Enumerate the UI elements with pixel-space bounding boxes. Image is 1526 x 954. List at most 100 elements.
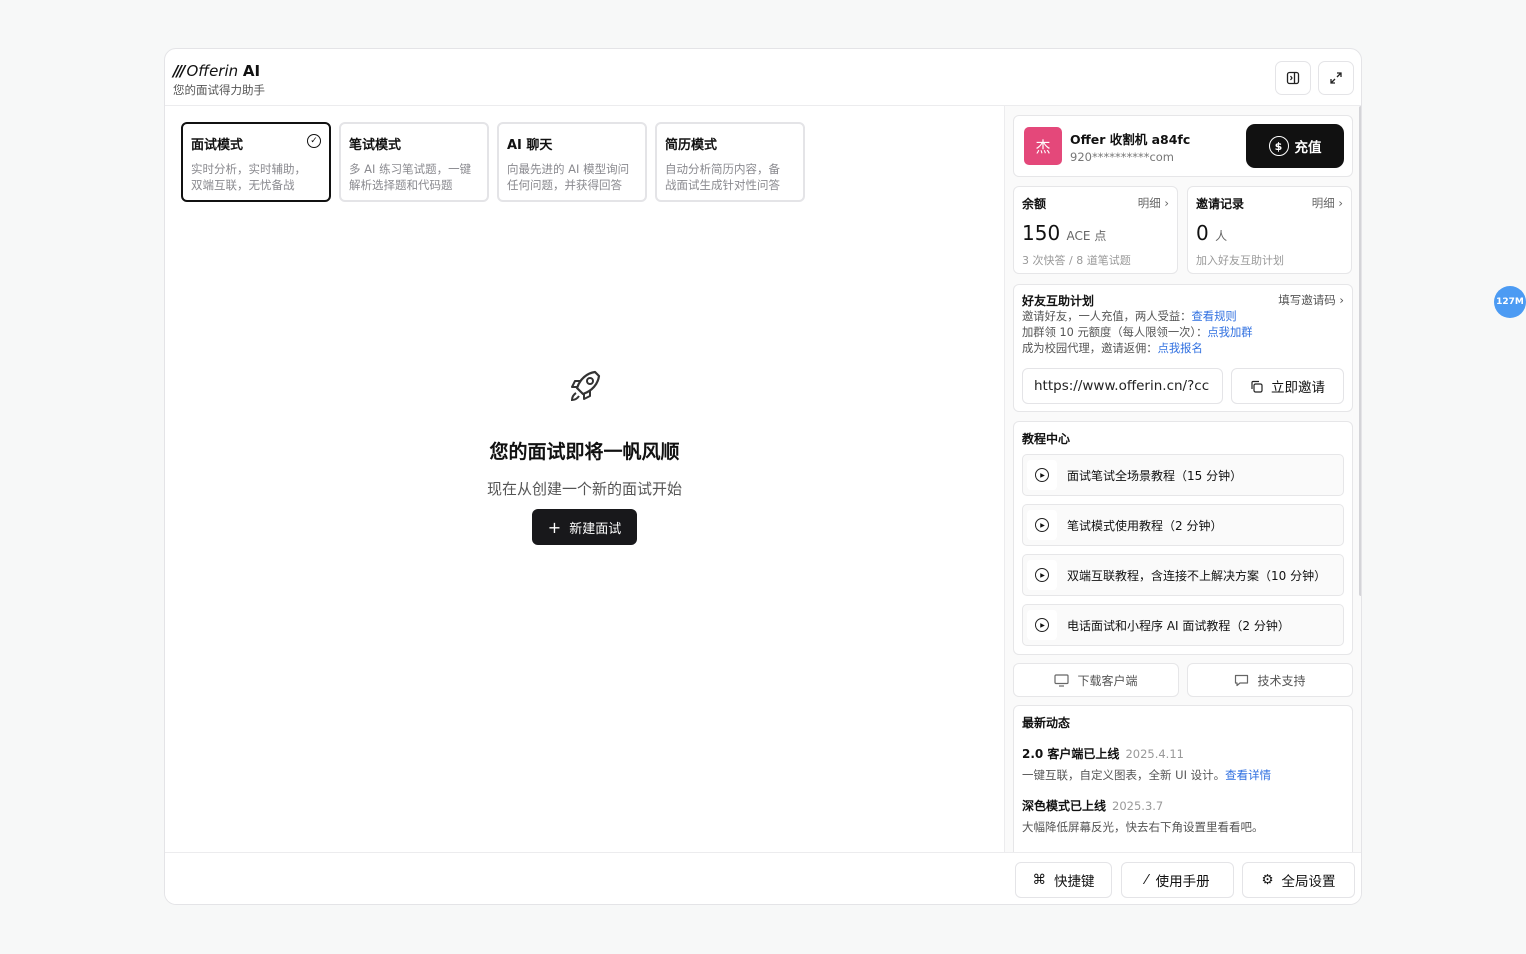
download-client-label: 下载客户端 — [1077, 673, 1138, 688]
tutorial-item[interactable]: ▶ 面试笔试全场景教程（15 分钟） — [1022, 454, 1344, 496]
dollar-coin-icon: $ — [1268, 136, 1289, 156]
mode-title: AI 聊天 — [507, 138, 553, 153]
balance-note: 3 次快答 / 8 道笔试题 — [1022, 254, 1131, 267]
new-interview-button[interactable]: + 新建面试 — [531, 509, 638, 545]
mode-title: 笔试模式 — [349, 138, 402, 153]
mode-card-interview[interactable]: 面试模式 ✓ 实时分析，实时辅助， 双端互联，无忧备战 — [181, 122, 331, 202]
mode-desc: 任何问题，并获得回答 — [507, 178, 622, 192]
global-settings-button[interactable]: ⚙ 全局设置 — [1242, 862, 1355, 898]
app-window: /// Offerin AI 您的面试得力助手 面试模式 ✓ 实时分析，实时辅助，… — [164, 48, 1362, 905]
command-icon: ⌘ — [1032, 872, 1047, 888]
invites-detail-label: 明细 — [1311, 196, 1335, 210]
tutorial-label: 电话面试和小程序 AI 面试教程（2 分钟） — [1067, 618, 1290, 633]
empty-state: 您的面试即将一帆风顺 现在从创建一个新的面试开始 + 新建面试 — [165, 366, 1004, 545]
tutorial-center-title: 教程中心 — [1022, 432, 1071, 446]
referral-line: 邀请好友，一人充值，两人受益： — [1022, 310, 1192, 323]
shortcuts-button[interactable]: ⌘ 快捷键 — [1015, 862, 1112, 898]
news-item: 深色模式已上线 2025.3.7 大幅降低屏幕反光，快去右下角设置里看看吧。 — [1022, 797, 1344, 835]
mode-desc: 双端互联，无忧备战 — [191, 178, 295, 192]
memory-badge[interactable]: 127M — [1494, 286, 1526, 318]
invite-now-button[interactable]: 立即邀请 — [1231, 368, 1344, 404]
sidebar-scrollbar[interactable] — [1359, 106, 1361, 596]
empty-state-subtitle: 现在从创建一个新的面试开始 — [486, 480, 682, 498]
app-name-suffix: AI — [242, 62, 261, 80]
chat-bubble-icon — [1235, 674, 1249, 686]
mode-card-resume[interactable]: 简历模式 自动分析简历内容，备 战面试生成针对性问答 — [655, 122, 805, 202]
expand-icon — [1330, 72, 1342, 84]
download-client-button[interactable]: 下载客户端 — [1013, 663, 1179, 697]
check-circle-icon: ✓ — [307, 134, 321, 148]
chevron-right-icon: › — [1164, 196, 1169, 210]
user-manual-label: 使用手册 — [1155, 874, 1210, 890]
referral-card: 好友互助计划 填写邀请码 › 邀请好友，一人充值，两人受益：查看规则 加群领 10… — [1013, 284, 1353, 412]
play-circle-icon: ▶ — [1035, 618, 1049, 632]
tutorial-label: 笔试模式使用教程（2 分钟） — [1067, 518, 1223, 533]
global-settings-label: 全局设置 — [1281, 874, 1336, 890]
news-item-date: 2025.3.7 — [1112, 799, 1164, 813]
news-item: 2.0 客户端已上线 2025.4.11 一键互联，自定义图表，全新 UI 设计。… — [1022, 745, 1344, 783]
sign-up-link[interactable]: 点我报名 — [1158, 342, 1203, 355]
tagline: 您的面试得力助手 — [173, 83, 265, 97]
join-group-link[interactable]: 点我加群 — [1207, 326, 1252, 339]
fill-invite-code-link[interactable]: 填写邀请码 › — [1278, 292, 1344, 309]
invite-now-label: 立即邀请 — [1271, 380, 1325, 396]
mode-desc: 战面试生成针对性问答 — [665, 178, 780, 192]
right-sidebar: 杰 Offer 收割机 a84fc 920**********com $ 充值 余… — [1004, 106, 1361, 852]
mode-desc: 多 AI 练习笔试题，一键 — [349, 162, 472, 176]
recharge-button[interactable]: $ 充值 — [1246, 124, 1344, 168]
play-circle-icon: ▶ — [1035, 568, 1049, 582]
invites-label: 邀请记录 — [1196, 197, 1245, 211]
mode-desc: 解析选择题和代码题 — [349, 178, 453, 192]
balance-unit: ACE 点 — [1066, 229, 1107, 243]
mode-desc: 实时分析，实时辅助， — [191, 162, 306, 176]
tutorial-label: 双端互联教程，含连接不上解决方案（10 分钟） — [1067, 568, 1327, 583]
footer-bar: ⌘ 快捷键 ⁄ 使用手册 ⚙ 全局设置 — [165, 852, 1361, 904]
news-item-body: 一键互联，自定义图表，全新 UI 设计。 — [1022, 768, 1226, 782]
tutorial-item[interactable]: ▶ 双端互联教程，含连接不上解决方案（10 分钟） — [1022, 554, 1344, 596]
toggle-sidebar-button[interactable] — [1275, 61, 1311, 95]
fullscreen-button[interactable] — [1318, 61, 1354, 95]
referral-line: 加群领 10 元额度（每人限领一次）： — [1022, 326, 1208, 339]
news-title: 最新动态 — [1022, 716, 1071, 730]
chevron-right-icon: › — [1338, 196, 1343, 210]
balance-detail-label: 明细 — [1137, 196, 1161, 210]
balance-label: 余额 — [1022, 197, 1047, 211]
play-circle-icon: ▶ — [1035, 518, 1049, 532]
user-name: Offer 收割机 a84fc — [1070, 132, 1191, 147]
invite-url-field[interactable]: https://www.offerin.cn/?cc — [1022, 368, 1223, 404]
app-name-prefix: Offerin — [186, 62, 239, 80]
magic-wand-icon: ⁄ — [1145, 872, 1148, 888]
chevron-right-icon: › — [1339, 293, 1344, 307]
tutorial-center: 教程中心 ▶ 面试笔试全场景教程（15 分钟） ▶ 笔试模式使用教程（2 分钟） ▶… — [1013, 421, 1353, 655]
referral-title: 好友互助计划 — [1022, 294, 1095, 308]
balance-card: 余额 明细 › 150 ACE 点 3 次快答 / 8 道笔试题 — [1013, 186, 1178, 274]
avatar: 杰 — [1024, 127, 1062, 165]
invites-value: 0 — [1196, 221, 1209, 245]
app-header: /// Offerin AI 您的面试得力助手 — [165, 49, 1361, 106]
user-email: 920**********com — [1070, 150, 1175, 164]
tutorial-item[interactable]: ▶ 笔试模式使用教程（2 分钟） — [1022, 504, 1344, 546]
invites-note: 加入好友互助计划 — [1196, 254, 1284, 267]
invites-detail-link[interactable]: 明细 › — [1312, 195, 1343, 212]
rocket-icon — [165, 366, 1004, 415]
view-rules-link[interactable]: 查看规则 — [1191, 310, 1236, 323]
mode-title: 简历模式 — [665, 138, 718, 153]
mode-desc: 向最先进的 AI 模型询问 — [507, 162, 630, 176]
view-details-link[interactable]: 查看详情 — [1225, 768, 1271, 782]
recharge-label: 充值 — [1294, 140, 1322, 156]
news-item-date: 2025.4.11 — [1125, 747, 1184, 761]
sidebar-toggle-icon — [1286, 71, 1300, 85]
tutorial-label: 面试笔试全场景教程（15 分钟） — [1067, 468, 1243, 483]
tech-support-button[interactable]: 技术支持 — [1187, 663, 1353, 697]
mode-card-written[interactable]: 笔试模式 多 AI 练习笔试题，一键 解析选择题和代码题 — [339, 122, 489, 202]
user-manual-button[interactable]: ⁄ 使用手册 — [1121, 862, 1234, 898]
news-card: 最新动态 2.0 客户端已上线 2025.4.11 一键互联，自定义图表，全新 U… — [1013, 705, 1353, 852]
logo: /// Offerin AI — [173, 62, 260, 80]
balance-detail-link[interactable]: 明细 › — [1138, 195, 1169, 212]
shortcuts-label: 快捷键 — [1054, 874, 1095, 890]
tutorial-item[interactable]: ▶ 电话面试和小程序 AI 面试教程（2 分钟） — [1022, 604, 1344, 646]
fill-invite-code-label: 填写邀请码 — [1278, 293, 1336, 307]
mode-desc: 自动分析简历内容，备 — [665, 162, 780, 176]
invites-unit: 人 — [1215, 229, 1228, 243]
mode-card-ai-chat[interactable]: AI 聊天 向最先进的 AI 模型询问 任何问题，并获得回答 — [497, 122, 647, 202]
